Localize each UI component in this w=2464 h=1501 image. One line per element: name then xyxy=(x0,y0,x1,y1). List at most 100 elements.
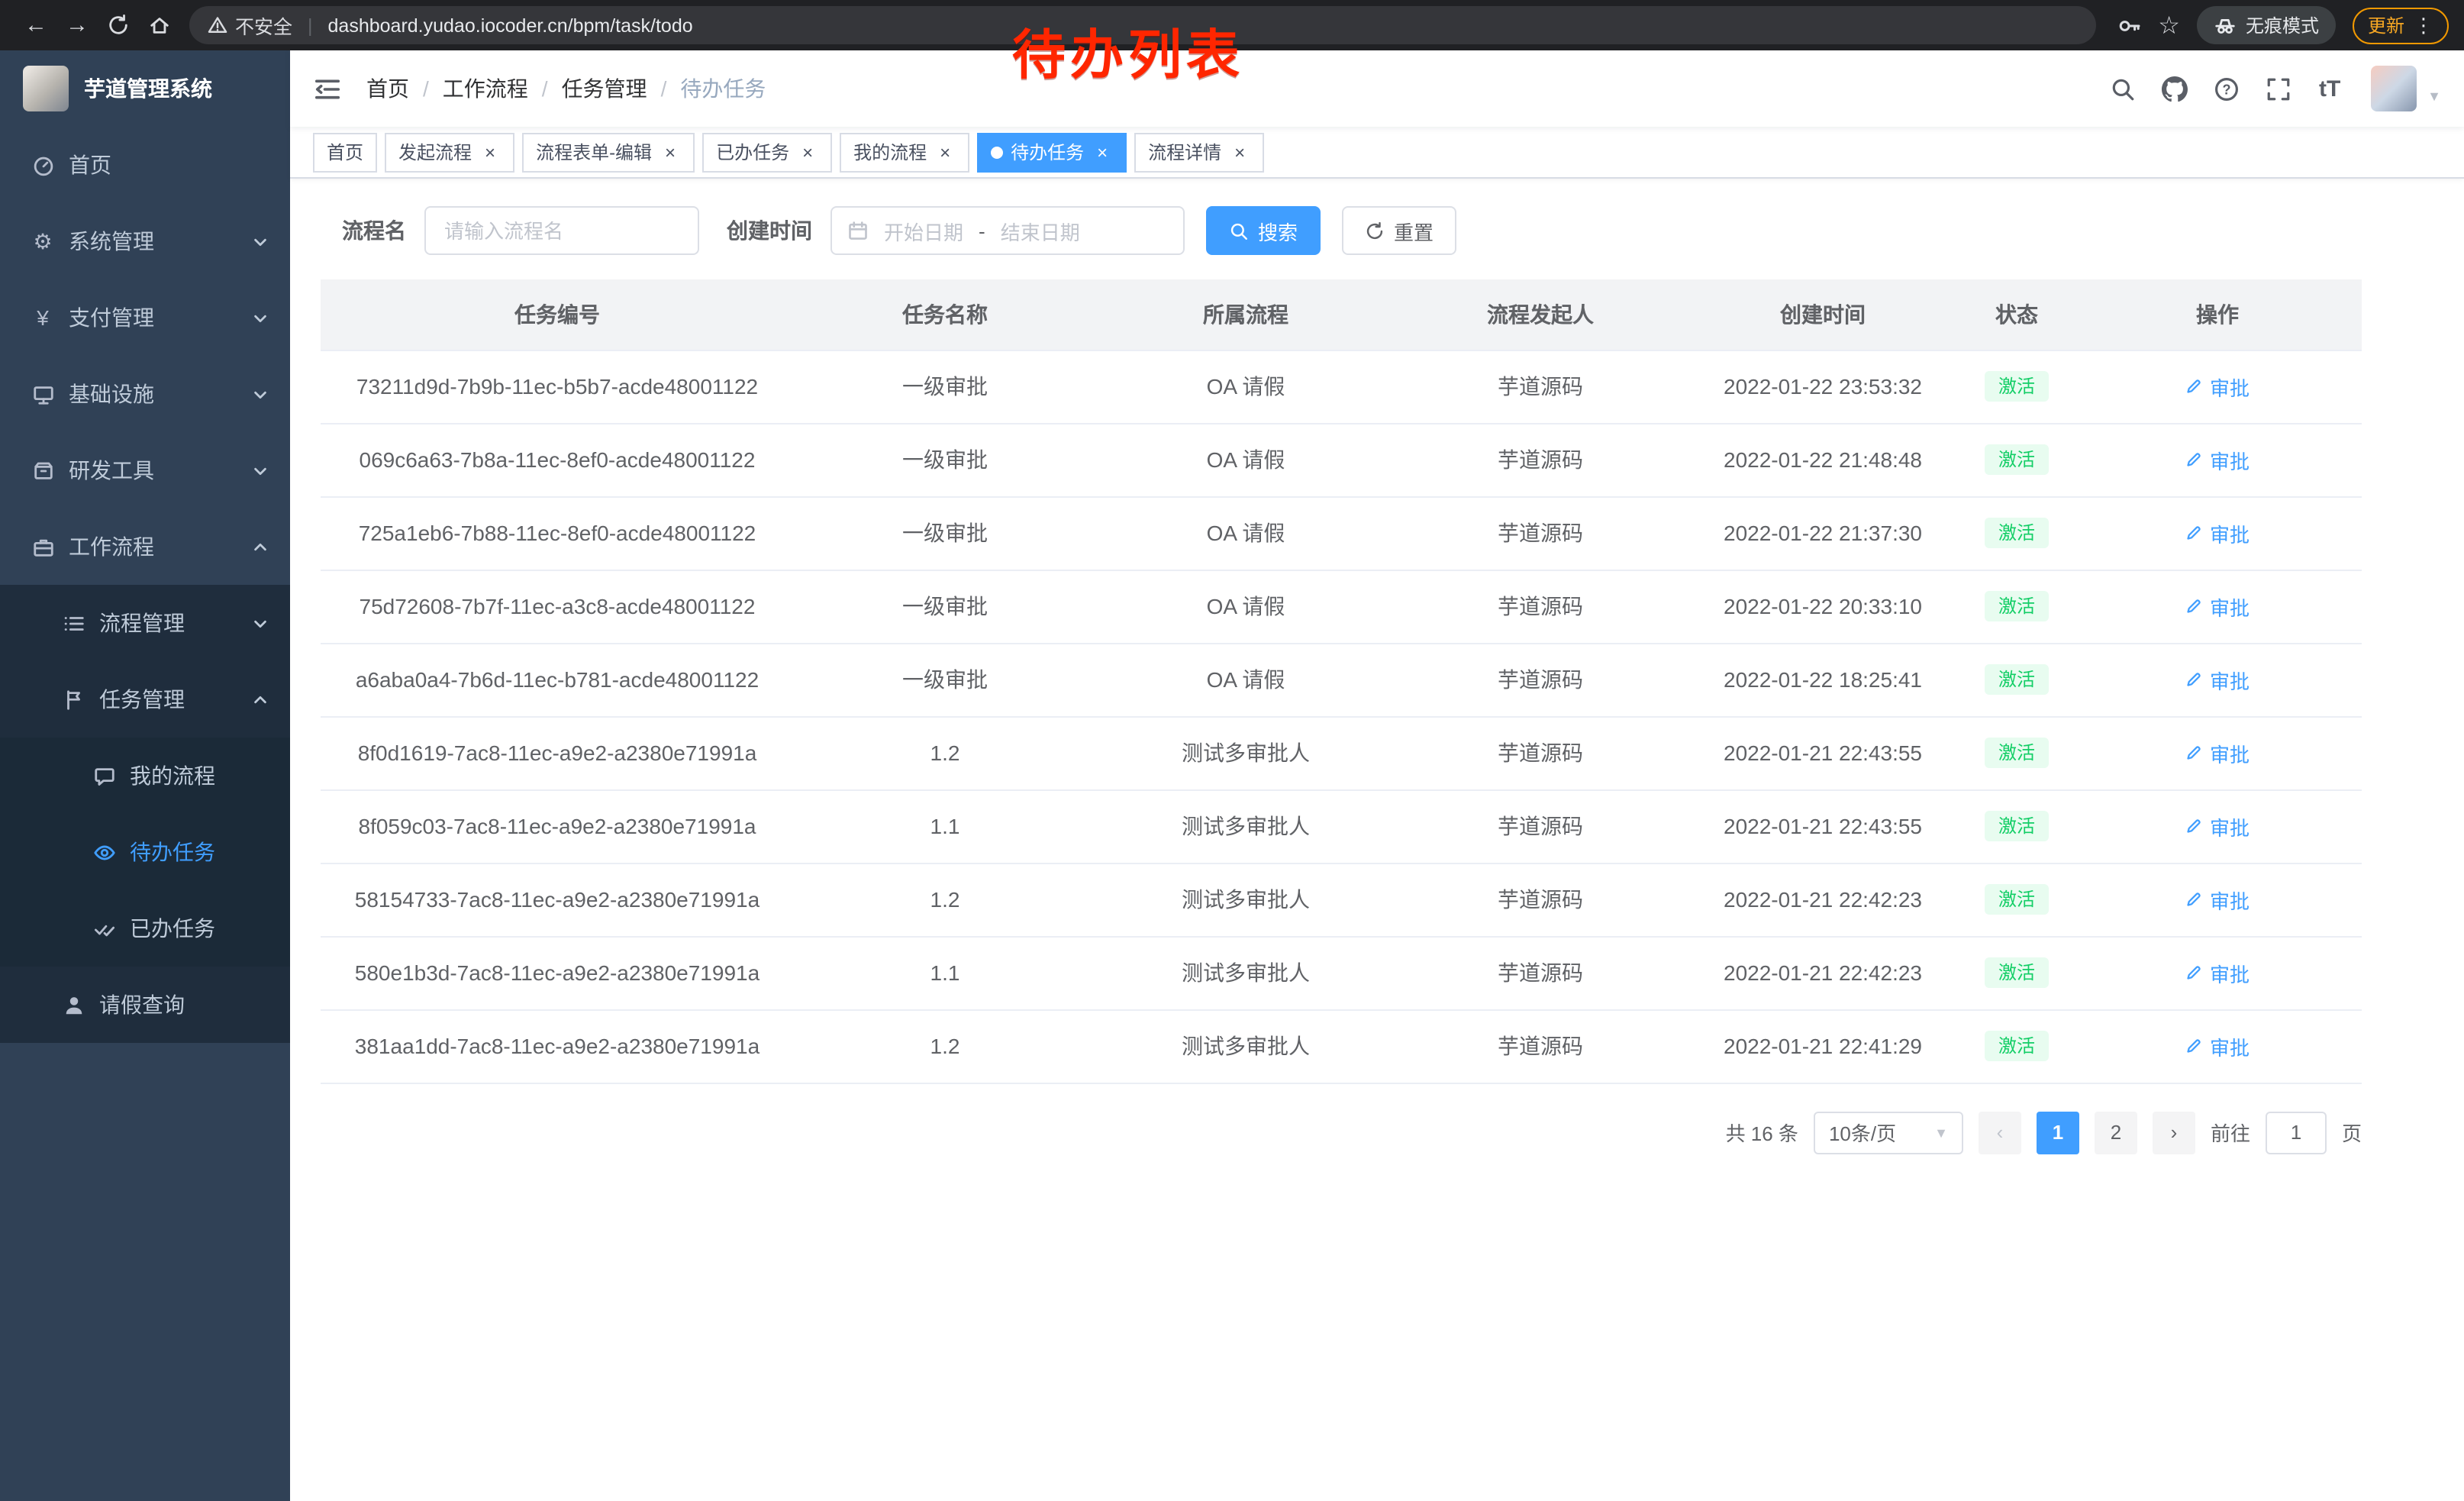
pagination: 共 16 条 10条/页 ▼ ‹ 1 2 › 前往 页 xyxy=(321,1111,2362,1154)
cell-task-name: 1.1 xyxy=(794,789,1096,863)
date-range-picker[interactable]: 开始日期 - 结束日期 xyxy=(830,206,1185,255)
sidebar-item-infrastructure[interactable]: 基础设施 xyxy=(0,356,290,432)
calendar-icon xyxy=(847,220,869,241)
sidebar-item-home[interactable]: 首页 xyxy=(0,127,290,203)
sidebar-item-process-management[interactable]: 流程管理 xyxy=(0,585,290,661)
cell-actions: 审批 xyxy=(2073,936,2362,1009)
flag-icon xyxy=(61,687,85,712)
tab-process-detail[interactable]: 流程详情 × xyxy=(1134,132,1264,172)
avatar-caret-icon: ▼ xyxy=(2427,89,2441,104)
cell-actions: 审批 xyxy=(2073,716,2362,789)
pen-icon xyxy=(2185,744,2204,762)
cell-status: 激活 xyxy=(1960,423,2073,496)
approve-button[interactable]: 审批 xyxy=(2185,518,2250,547)
forward-icon[interactable]: → xyxy=(56,5,98,46)
table-row: 725a1eb6-7b88-11ec-8ef0-acde48001122 一级审… xyxy=(321,496,2362,570)
sidebar-item-system[interactable]: ⚙ 系统管理 xyxy=(0,203,290,279)
avatar[interactable] xyxy=(2371,66,2417,111)
sidebar-logo[interactable]: 芋道管理系统 xyxy=(0,50,290,127)
reload-icon[interactable] xyxy=(98,5,139,46)
page-button-2[interactable]: 2 xyxy=(2095,1111,2137,1154)
approve-button[interactable]: 审批 xyxy=(2185,1031,2250,1060)
tab-process-form-edit[interactable]: 流程表单-编辑 × xyxy=(522,132,695,172)
sidebar-item-my-processes[interactable]: 我的流程 xyxy=(0,738,290,814)
sidebar-item-done-tasks[interactable]: 已办任务 xyxy=(0,890,290,967)
font-size-icon[interactable]: tT xyxy=(2307,66,2353,111)
sidebar-item-label: 工作流程 xyxy=(69,531,154,562)
close-icon[interactable]: × xyxy=(1229,141,1250,163)
close-icon[interactable]: × xyxy=(479,141,501,163)
column-header-task-id: 任务编号 xyxy=(321,279,794,350)
sidebar-item-payment[interactable]: ¥ 支付管理 xyxy=(0,279,290,356)
chevron-up-icon xyxy=(252,538,269,555)
approve-button[interactable]: 审批 xyxy=(2185,665,2250,694)
next-page-button[interactable]: › xyxy=(2153,1111,2195,1154)
approve-button[interactable]: 审批 xyxy=(2185,372,2250,401)
browser-menu-icon[interactable]: ⋮ xyxy=(2414,13,2433,37)
status-badge: 激活 xyxy=(1985,591,2049,622)
security-warning[interactable]: 不安全 xyxy=(208,11,292,40)
pen-icon xyxy=(2185,450,2204,469)
close-icon[interactable]: × xyxy=(797,141,818,163)
sidebar-item-label: 研发工具 xyxy=(69,455,154,486)
fullscreen-icon[interactable] xyxy=(2255,66,2301,111)
column-header-process: 所属流程 xyxy=(1096,279,1395,350)
cell-status: 激活 xyxy=(1960,936,2073,1009)
cell-task-id: 8f059c03-7ac8-11ec-a9e2-a2380e71991a xyxy=(321,789,794,863)
breadcrumb-home[interactable]: 首页 xyxy=(366,73,409,104)
approve-button[interactable]: 审批 xyxy=(2185,958,2250,987)
breadcrumb-task-management[interactable]: 任务管理 xyxy=(562,73,647,104)
prev-page-button[interactable]: ‹ xyxy=(1979,1111,2021,1154)
cell-created: 2022-01-21 22:43:55 xyxy=(1685,716,1960,789)
sidebar-item-dev-tools[interactable]: 研发工具 xyxy=(0,432,290,508)
search-icon[interactable] xyxy=(2099,66,2145,111)
approve-button[interactable]: 审批 xyxy=(2185,592,2250,621)
tab-todo-tasks[interactable]: 待办任务 × xyxy=(977,132,1127,172)
dashboard-icon xyxy=(31,153,55,177)
yen-icon: ¥ xyxy=(31,305,55,330)
page-size-select[interactable]: 10条/页 ▼ xyxy=(1814,1111,1963,1154)
page-button-1[interactable]: 1 xyxy=(2037,1111,2079,1154)
main-panel: 首页 / 工作流程 / 任务管理 / 待办任务 ? xyxy=(290,50,2464,1501)
cell-task-name: 1.2 xyxy=(794,863,1096,936)
sidebar-item-workflow[interactable]: 工作流程 xyxy=(0,508,290,585)
approve-button[interactable]: 审批 xyxy=(2185,738,2250,767)
approve-label: 审批 xyxy=(2210,592,2250,621)
sidebar-item-leave-query[interactable]: 请假查询 xyxy=(0,967,290,1043)
home-icon[interactable] xyxy=(139,5,180,46)
tab-my-processes[interactable]: 我的流程 × xyxy=(840,132,969,172)
cell-actions: 审批 xyxy=(2073,863,2362,936)
approve-button[interactable]: 审批 xyxy=(2185,885,2250,914)
sidebar-collapse-icon[interactable] xyxy=(313,74,342,103)
cell-created: 2022-01-21 22:43:55 xyxy=(1685,789,1960,863)
task-table: 任务编号 任务名称 所属流程 流程发起人 创建时间 状态 操作 73211d9d… xyxy=(321,279,2362,1083)
pen-icon xyxy=(2185,597,2204,615)
github-icon[interactable] xyxy=(2151,66,2197,111)
close-icon[interactable]: × xyxy=(660,141,681,163)
close-icon[interactable]: × xyxy=(1092,141,1113,163)
tab-home[interactable]: 首页 xyxy=(313,132,377,172)
approve-button[interactable]: 审批 xyxy=(2185,445,2250,474)
breadcrumb-workflow[interactable]: 工作流程 xyxy=(443,73,528,104)
goto-page-input[interactable] xyxy=(2266,1111,2327,1154)
cell-task-id: 069c6a63-7b8a-11ec-8ef0-acde48001122 xyxy=(321,423,794,496)
back-icon[interactable]: ← xyxy=(15,5,56,46)
chevron-up-icon xyxy=(252,691,269,708)
tab-label: 流程详情 xyxy=(1148,139,1221,165)
approve-button[interactable]: 审批 xyxy=(2185,812,2250,841)
sidebar-item-task-management[interactable]: 任务管理 xyxy=(0,661,290,738)
cell-process: 测试多审批人 xyxy=(1096,863,1395,936)
tab-done-tasks[interactable]: 已办任务 × xyxy=(702,132,832,172)
bookmark-star-icon[interactable]: ☆ xyxy=(2158,10,2180,40)
help-icon[interactable]: ? xyxy=(2203,66,2249,111)
sidebar-item-todo-tasks[interactable]: 待办任务 xyxy=(0,814,290,890)
close-icon[interactable]: × xyxy=(934,141,956,163)
key-icon[interactable] xyxy=(2117,13,2141,37)
process-name-input[interactable] xyxy=(424,206,699,255)
search-button[interactable]: 搜索 xyxy=(1206,206,1321,255)
status-badge: 激活 xyxy=(1985,884,2049,915)
pen-icon xyxy=(2185,670,2204,689)
reset-button[interactable]: 重置 xyxy=(1342,206,1456,255)
tab-start-process[interactable]: 发起流程 × xyxy=(385,132,514,172)
browser-update-chip[interactable]: 更新 ⋮ xyxy=(2353,7,2449,44)
